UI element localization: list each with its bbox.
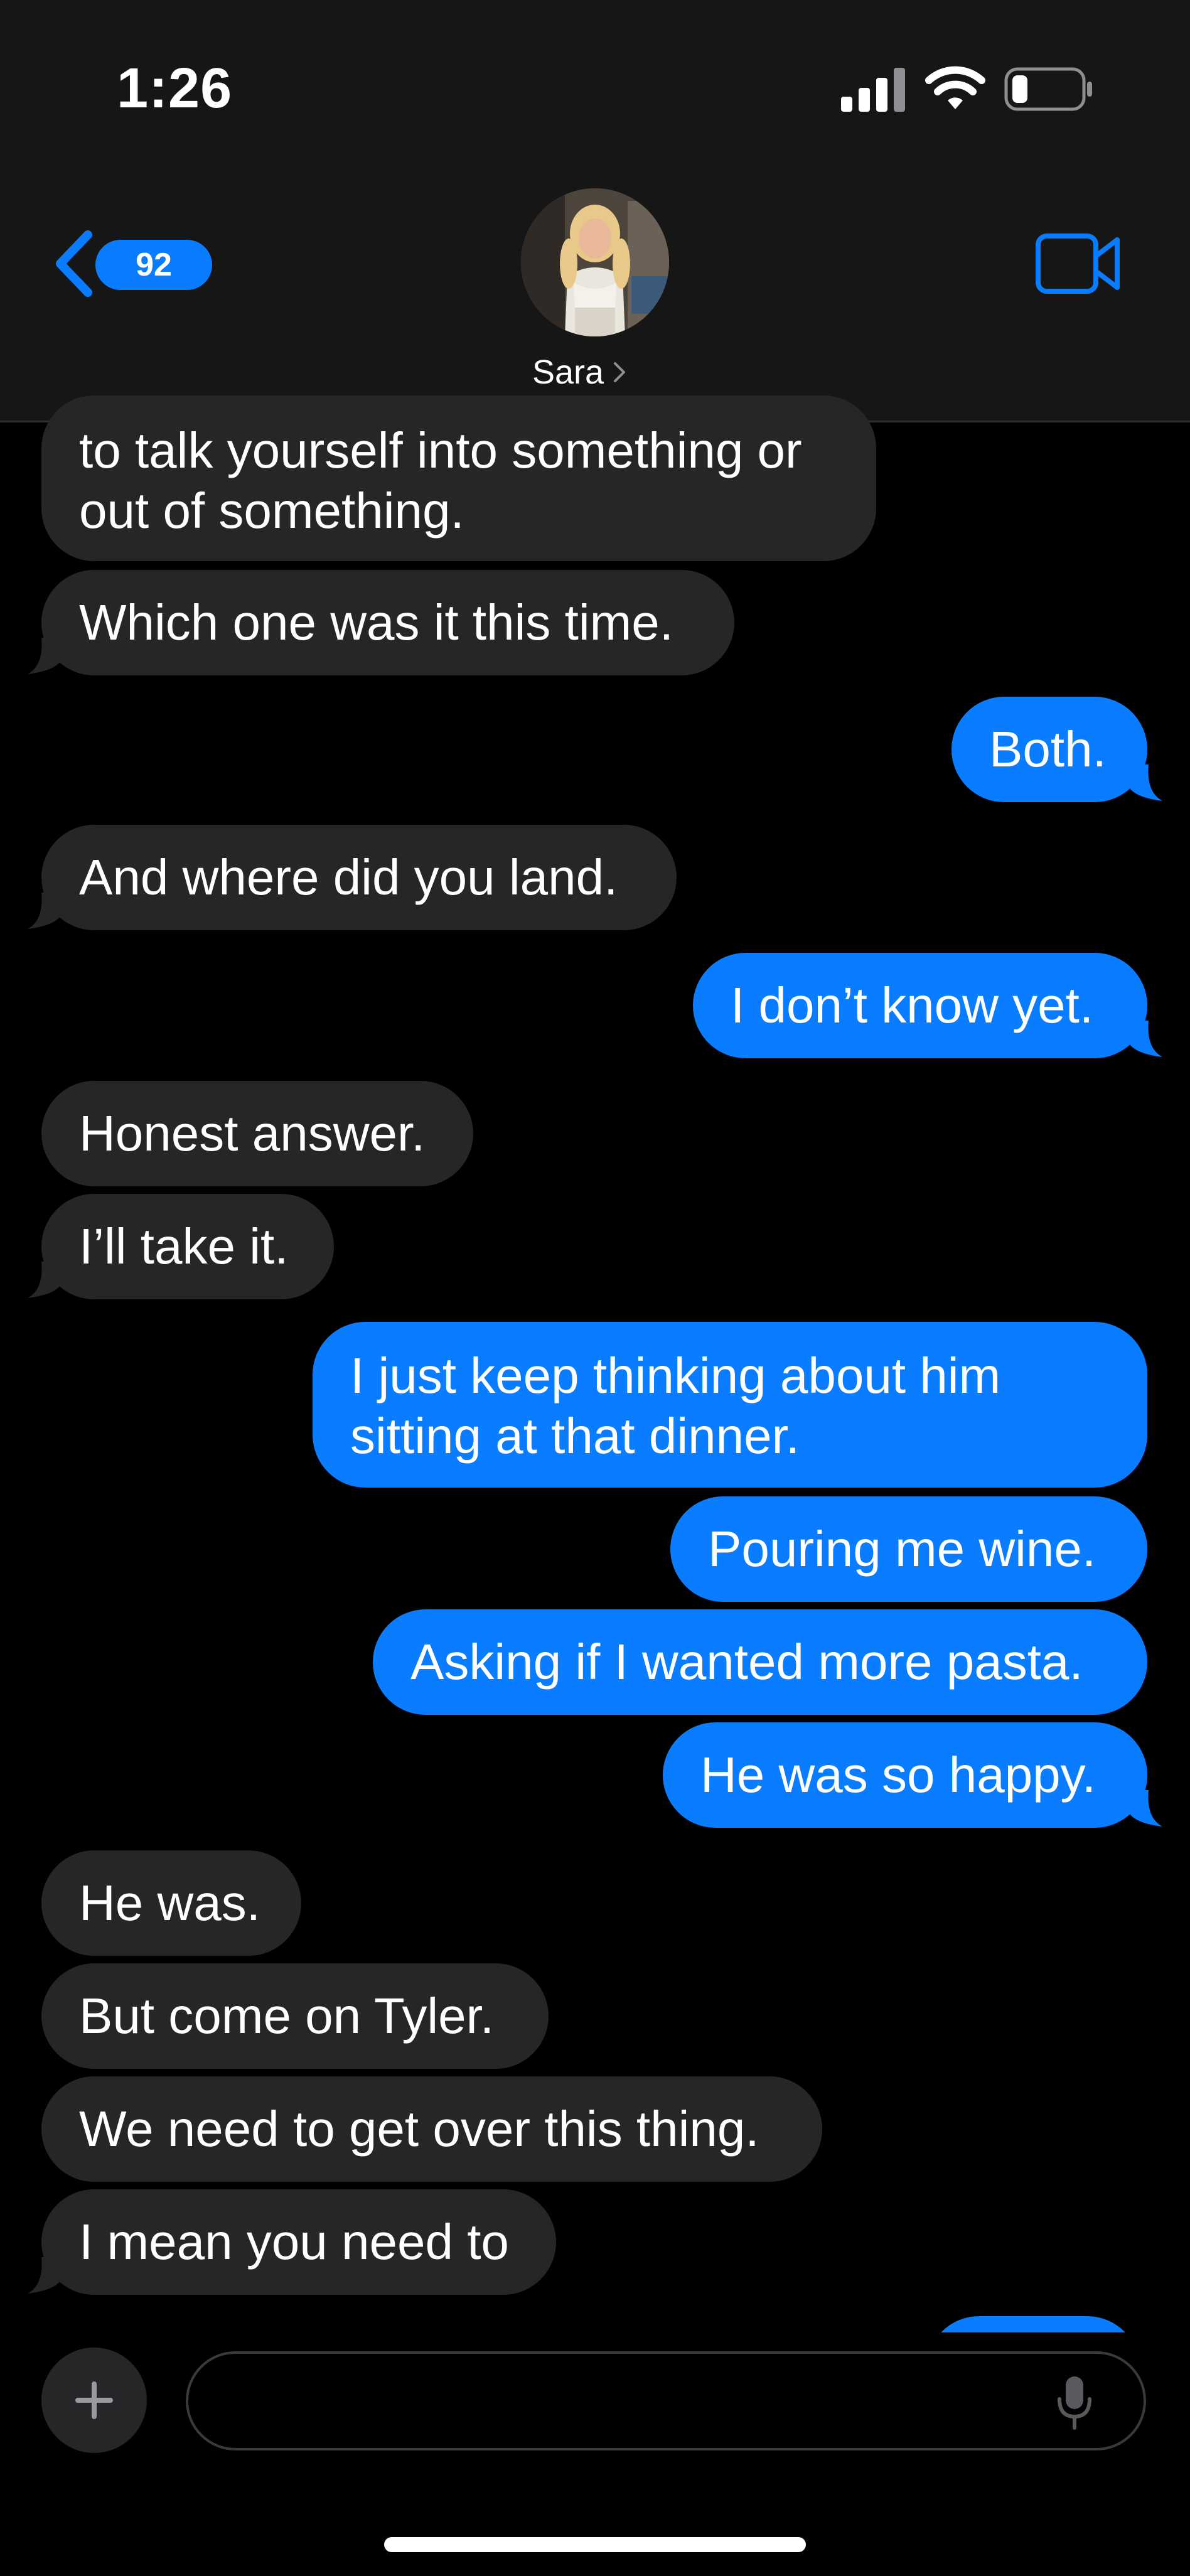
message-text: And where did you land. bbox=[79, 849, 618, 905]
message-bubble-outgoing[interactable]: Pouring me wine. bbox=[670, 1496, 1147, 1602]
video-camera-icon bbox=[1036, 233, 1120, 294]
chevron-left-icon bbox=[56, 230, 92, 297]
message-text: Which one was it this time. bbox=[79, 594, 673, 650]
message-text: We need to get over this thing. bbox=[79, 2101, 759, 2157]
message-text: I’ll take it. bbox=[79, 1218, 289, 1274]
message-bubble-incoming[interactable]: Which one was it this time. bbox=[41, 570, 734, 675]
avatar-photo bbox=[521, 188, 669, 336]
home-indicator[interactable] bbox=[384, 2537, 806, 2552]
message-text: sitting at that dinner. bbox=[350, 1408, 800, 1464]
message-text: Asking if I wanted more pasta. bbox=[410, 1634, 1083, 1690]
bubble-tail bbox=[28, 638, 63, 674]
message-text: to talk yourself into something or bbox=[79, 422, 802, 478]
battery-icon bbox=[1004, 67, 1092, 111]
message-bubble-outgoing[interactable]: Both. bbox=[951, 697, 1147, 802]
bubble-tail bbox=[28, 2257, 63, 2294]
message-text: But come on Tyler. bbox=[79, 1988, 495, 2044]
message-bubble-incoming[interactable]: But come on Tyler. bbox=[41, 1963, 549, 2069]
message-input[interactable] bbox=[186, 2351, 1146, 2450]
bubble-tail bbox=[28, 1262, 63, 1298]
message-text: I don’t know yet. bbox=[731, 977, 1094, 1033]
status-bar: 1:26 bbox=[0, 0, 1190, 169]
message-bubble-outgoing[interactable]: I just keep thinking about him sitting a… bbox=[313, 1322, 1147, 1488]
message-bubble-incoming[interactable]: He was. bbox=[41, 1850, 301, 1956]
unread-count-badge: 92 bbox=[95, 240, 212, 290]
message-bubble-incoming[interactable]: We need to get over this thing. bbox=[41, 2076, 822, 2182]
microphone-icon[interactable] bbox=[1054, 2374, 1095, 2432]
add-attachment-button[interactable] bbox=[41, 2348, 147, 2453]
message-text: Both. bbox=[989, 721, 1107, 777]
message-text: He was so happy. bbox=[700, 1747, 1096, 1803]
message-text: I mean you need to bbox=[79, 2214, 509, 2270]
bubble-tail bbox=[1127, 1021, 1162, 1057]
message-bubble-incoming[interactable]: I’ll take it. bbox=[41, 1194, 334, 1299]
message-text: out of something. bbox=[79, 483, 464, 539]
bubble-tail bbox=[1127, 1790, 1162, 1827]
message-text: Honest answer. bbox=[79, 1105, 426, 1161]
status-time: 1:26 bbox=[117, 57, 233, 120]
back-button[interactable]: 92 bbox=[46, 226, 212, 301]
video-call-button[interactable] bbox=[1036, 232, 1121, 295]
message-bubble-incoming[interactable]: to talk yourself into something or out o… bbox=[41, 395, 876, 561]
contact-name: Sara bbox=[532, 353, 604, 391]
chevron-right-icon bbox=[614, 362, 626, 382]
message-bubble-outgoing[interactable]: Asking if I wanted more pasta. bbox=[373, 1609, 1147, 1715]
message-bubble-outgoing[interactable]: I don’t know yet. bbox=[693, 953, 1147, 1058]
cellular-signal-icon bbox=[841, 68, 905, 112]
plus-icon bbox=[75, 2381, 113, 2419]
message-text: Pouring me wine. bbox=[708, 1521, 1096, 1577]
message-bubble-outgoing[interactable]: He was so happy. bbox=[663, 1722, 1147, 1828]
bubble-tail bbox=[28, 893, 63, 929]
wifi-icon bbox=[925, 66, 985, 109]
message-bubble-incoming[interactable]: I mean you need to bbox=[41, 2189, 556, 2295]
message-bubble-incoming[interactable]: Honest answer. bbox=[41, 1081, 473, 1186]
contact-avatar[interactable] bbox=[521, 188, 669, 336]
bubble-tail bbox=[1127, 765, 1162, 801]
message-bubble-incoming[interactable]: And where did you land. bbox=[41, 825, 677, 930]
message-text: He was. bbox=[79, 1875, 260, 1931]
message-text: I just keep thinking about him bbox=[350, 1348, 1001, 1403]
conversation-header: 92 Sara bbox=[0, 169, 1190, 422]
